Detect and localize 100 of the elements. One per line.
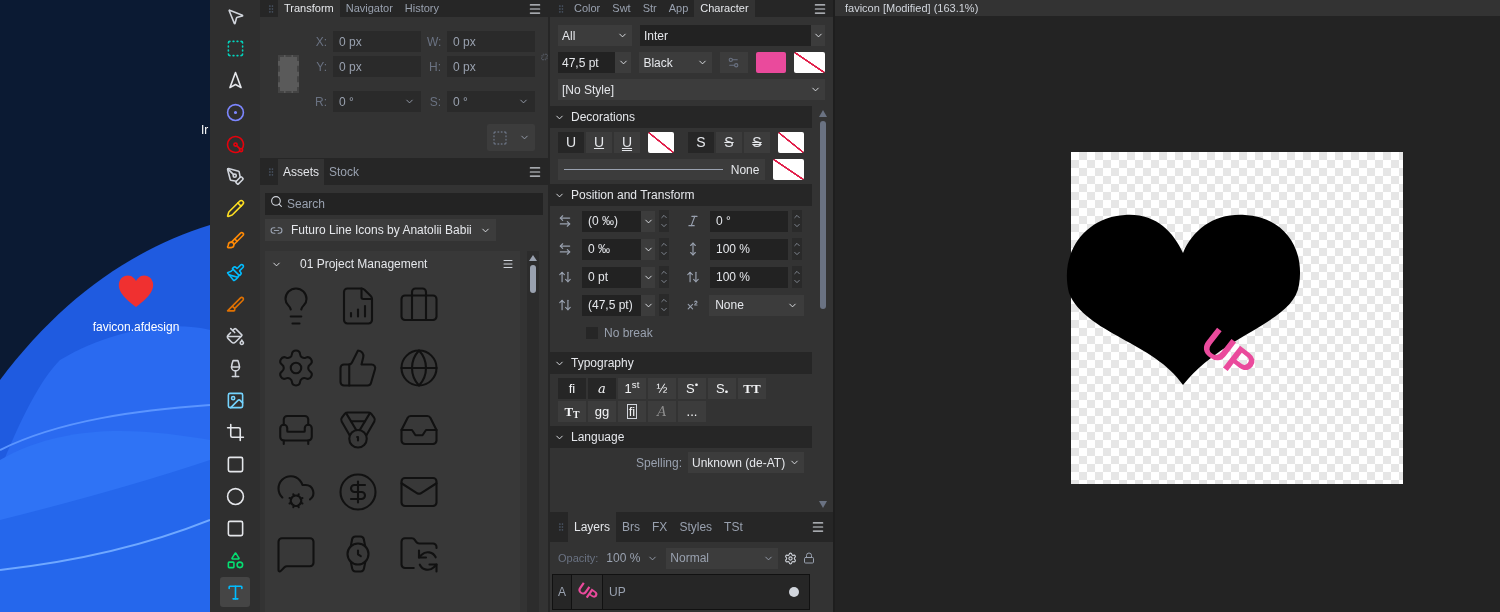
layer-thumbnail: UP bbox=[571, 575, 603, 609]
strikethrough-button[interactable]: S bbox=[744, 132, 770, 153]
grip-icon[interactable] bbox=[266, 166, 276, 178]
strikethrough-button[interactable]: S bbox=[688, 132, 714, 153]
library-dropdown[interactable]: Futuro Line Icons by Anatolii Babii bbox=[265, 219, 496, 241]
grip-icon[interactable] bbox=[556, 521, 566, 533]
grip-icon[interactable] bbox=[266, 2, 276, 15]
layer-row[interactable]: A UP UP bbox=[552, 574, 810, 610]
transform-origin-button[interactable] bbox=[487, 124, 535, 151]
scrollbar[interactable] bbox=[527, 251, 539, 612]
panel-tab[interactable]: Brs bbox=[616, 512, 647, 542]
font-feature-button[interactable]: fi bbox=[558, 378, 586, 399]
font-feature-button[interactable]: TT bbox=[738, 378, 766, 399]
spinner-control[interactable] bbox=[659, 266, 669, 288]
font-feature-button[interactable]: fi bbox=[618, 401, 646, 422]
line-style-dropdown[interactable]: None bbox=[558, 159, 766, 180]
font-feature-button[interactable]: T$_{T}$ bbox=[558, 401, 586, 422]
value-field[interactable]: 0 ° bbox=[710, 210, 788, 232]
section-title: Typography bbox=[571, 355, 634, 372]
underline-button[interactable]: U bbox=[614, 132, 640, 153]
strikethrough-button[interactable]: S bbox=[716, 132, 742, 153]
grip-icon[interactable] bbox=[556, 2, 566, 15]
weight-dropdown[interactable]: Black bbox=[639, 52, 712, 73]
panel-tab[interactable]: Assets bbox=[278, 159, 324, 185]
style-dropdown[interactable]: [No Style] bbox=[558, 79, 825, 100]
dollar-icon[interactable] bbox=[336, 471, 379, 513]
spinner-control[interactable] bbox=[659, 210, 669, 232]
value-field[interactable]: 100 % bbox=[710, 266, 788, 288]
dashed-square-icon bbox=[492, 129, 509, 146]
font-feature-button[interactable]: ... bbox=[678, 401, 706, 422]
panel-tab[interactable]: Str bbox=[636, 0, 663, 17]
panel-tab[interactable]: App bbox=[662, 0, 695, 17]
section-header[interactable]: Typography bbox=[550, 352, 812, 374]
spinner-control[interactable] bbox=[792, 266, 802, 288]
value-field[interactable]: 0 px bbox=[333, 31, 421, 52]
line-color-swatch[interactable] bbox=[773, 159, 804, 180]
font-feature-button[interactable]: a bbox=[588, 378, 616, 399]
value-field[interactable]: (0 ‰) bbox=[582, 210, 655, 232]
value-field[interactable]: 0 px bbox=[447, 31, 535, 52]
menu-icon[interactable] bbox=[813, 1, 827, 16]
spinner-control[interactable] bbox=[792, 210, 802, 232]
spinner-control[interactable] bbox=[659, 294, 669, 316]
menu-icon[interactable] bbox=[811, 520, 825, 534]
section-header[interactable]: Language bbox=[550, 426, 812, 448]
font-feature-button[interactable]: S$^{•}$ bbox=[678, 378, 706, 399]
value-field[interactable]: 0 ° bbox=[447, 91, 535, 112]
category-header[interactable]: 01 Project Management bbox=[265, 251, 520, 277]
panel-tab[interactable]: Character bbox=[694, 0, 755, 17]
globe-icon[interactable] bbox=[398, 347, 441, 389]
font-feature-button[interactable]: gg bbox=[588, 401, 616, 422]
value-field[interactable]: 0 ° bbox=[333, 91, 421, 112]
panel-tab[interactable]: Stock bbox=[324, 159, 365, 185]
panel-tab[interactable]: Color bbox=[568, 0, 607, 17]
strikethrough-color-swatch[interactable] bbox=[778, 132, 804, 153]
settings-icon[interactable] bbox=[784, 551, 798, 565]
value-field[interactable]: (47,5 pt) bbox=[582, 294, 655, 316]
menu-icon[interactable] bbox=[528, 1, 542, 16]
kerning-icon bbox=[558, 242, 572, 256]
underline-color-swatch[interactable] bbox=[648, 132, 674, 153]
panel-tab[interactable]: Transform bbox=[278, 0, 340, 17]
fill-color-swatch[interactable] bbox=[755, 52, 787, 73]
value-field[interactable]: 0 px bbox=[333, 56, 421, 77]
font-feature-button[interactable]: S$_{•}$ bbox=[708, 378, 736, 399]
tool-button[interactable] bbox=[220, 577, 250, 607]
font-feature-button[interactable]: 1$^{st}$ bbox=[618, 378, 646, 399]
panel-tab[interactable]: History bbox=[398, 0, 446, 17]
panel-tab[interactable]: FX bbox=[646, 512, 674, 542]
heart-file-icon[interactable] bbox=[117, 274, 155, 308]
scope-dropdown[interactable]: All bbox=[558, 25, 632, 46]
lock-icon[interactable] bbox=[803, 552, 816, 564]
size-dropdown[interactable]: 47,5 pt bbox=[558, 52, 632, 73]
panel-tab[interactable]: Swt bbox=[606, 0, 637, 17]
section-header[interactable]: Position and Transform bbox=[550, 184, 812, 206]
underline-button[interactable]: U bbox=[558, 132, 584, 153]
value-field[interactable]: 0 pt bbox=[582, 266, 655, 288]
stroke-color-swatch[interactable] bbox=[794, 52, 825, 73]
value-field[interactable]: 0 px bbox=[447, 56, 535, 77]
font-feature-button[interactable]: ½ bbox=[648, 378, 676, 399]
spinner-control[interactable] bbox=[659, 238, 669, 260]
blend-mode-dropdown[interactable]: Normal bbox=[666, 547, 779, 569]
search-icon bbox=[270, 195, 283, 208]
file-name[interactable]: favicon.afdesign bbox=[92, 320, 180, 334]
menu-icon[interactable] bbox=[528, 165, 542, 179]
menu-icon[interactable] bbox=[502, 258, 514, 270]
panel-tab[interactable]: Navigator bbox=[339, 0, 399, 17]
checkbox-label: No break bbox=[604, 325, 653, 342]
panel-tab[interactable]: TSt bbox=[718, 512, 749, 542]
search-field[interactable]: Search bbox=[265, 193, 543, 215]
section-header[interactable]: Decorations bbox=[550, 106, 812, 128]
value-field[interactable]: 100 % bbox=[710, 238, 788, 260]
caret-icon bbox=[792, 221, 802, 230]
panel-tab[interactable]: Layers bbox=[568, 512, 617, 542]
value-field[interactable]: 0 ‰ bbox=[582, 238, 655, 260]
underline-button[interactable]: U bbox=[586, 132, 612, 153]
spinner-control[interactable] bbox=[792, 238, 802, 260]
value-dropdown[interactable]: None bbox=[709, 294, 804, 316]
thumbs-up-icon[interactable] bbox=[336, 347, 379, 389]
panel-tab[interactable]: Styles bbox=[673, 512, 719, 542]
font-dropdown[interactable]: Inter bbox=[640, 25, 825, 46]
spelling-dropdown[interactable]: Unknown (de-AT) bbox=[688, 452, 804, 473]
